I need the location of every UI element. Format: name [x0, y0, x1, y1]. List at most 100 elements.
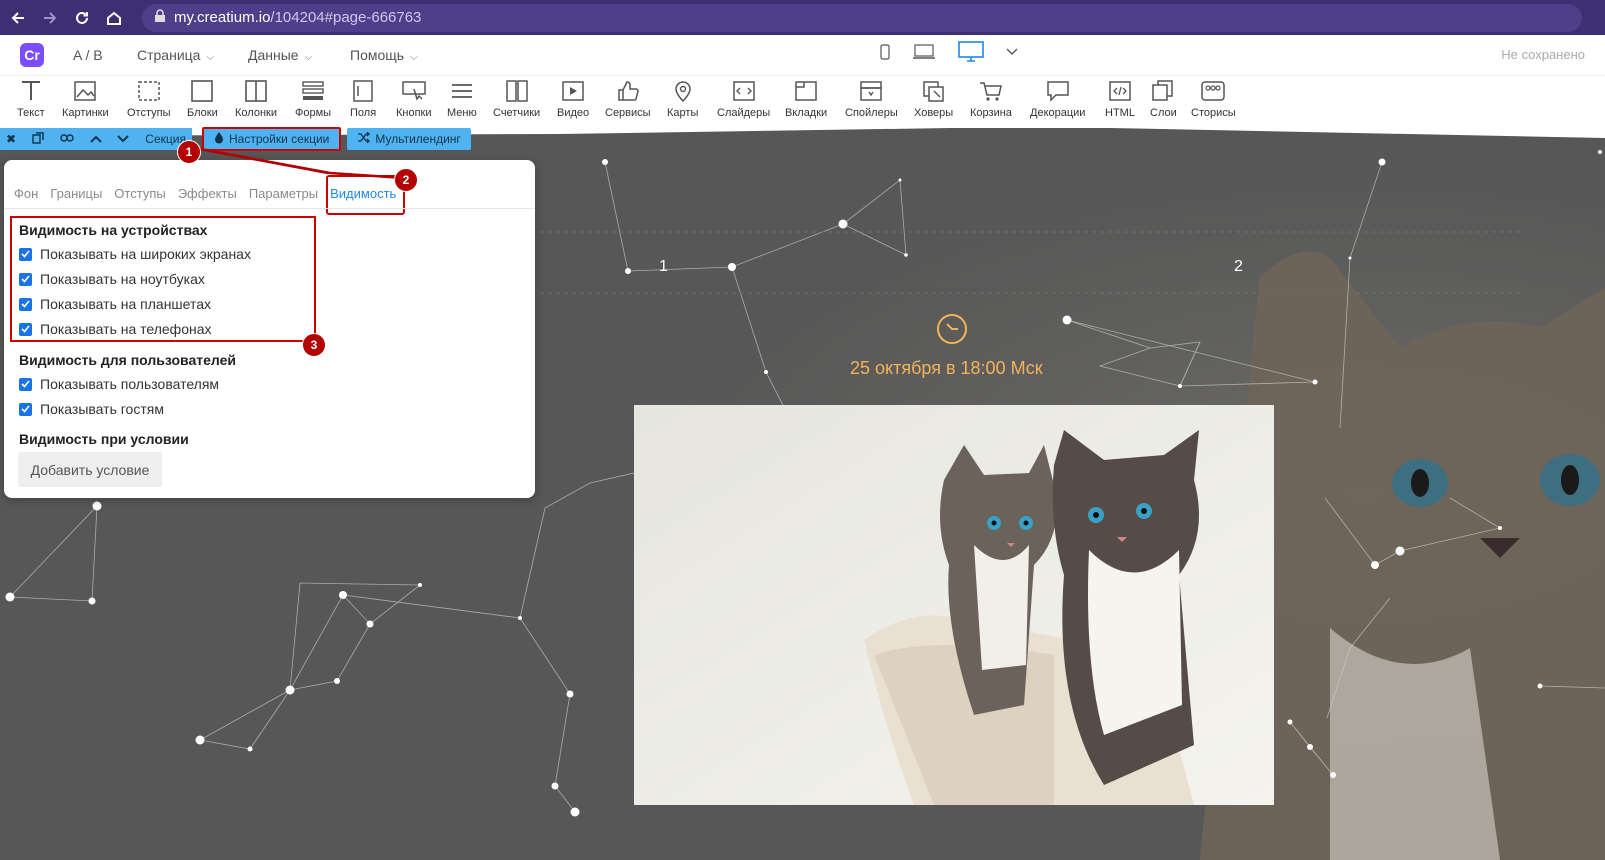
tab-background[interactable]: Фон — [14, 186, 38, 201]
menu-page-label: Страница — [137, 47, 201, 63]
tool-spacing[interactable]: Отступы — [127, 79, 171, 119]
tool-label: Слайдеры — [717, 107, 771, 119]
checkbox-checked-icon[interactable] — [19, 402, 32, 416]
section-settings-button[interactable]: Настройки секции — [202, 127, 342, 151]
checkbox-users[interactable]: Показывать пользователям — [19, 376, 219, 392]
checkbox-checked-icon[interactable] — [19, 377, 32, 391]
tool-counters[interactable]: Счетчики — [493, 79, 540, 119]
users-visibility-title: Видимость для пользователей — [19, 352, 236, 368]
tool-menu[interactable]: Меню — [447, 79, 477, 119]
tool-buttons[interactable]: Кнопки — [396, 79, 432, 119]
event-date[interactable]: 25 октября в 18:00 Мск — [850, 358, 1043, 379]
close-icon[interactable]: ✖ — [6, 132, 16, 146]
tab-borders[interactable]: Границы — [50, 186, 102, 201]
tool-label: Счетчики — [493, 107, 541, 119]
decor-icon — [1046, 81, 1069, 102]
tool-html[interactable]: HTML — [1105, 79, 1135, 119]
tool-hovers[interactable]: Ховеры — [914, 79, 953, 119]
browser-bar: my.creatium.io/104204#page-666763 — [0, 0, 1605, 35]
video-icon — [562, 81, 584, 101]
tool-tabs[interactable]: Вкладки — [785, 79, 827, 119]
add-condition-button[interactable]: Добавить условие — [18, 452, 162, 487]
menu-data[interactable]: Данные ⌵ — [248, 47, 312, 63]
field-icon — [353, 80, 373, 102]
menu-page[interactable]: Страница ⌵ — [137, 47, 214, 63]
checkbox-wide-screens[interactable]: Показывать на широких экранах — [19, 246, 251, 262]
tab-parameters[interactable]: Параметры — [249, 186, 318, 201]
checkbox-checked-icon[interactable] — [19, 297, 32, 311]
checkbox-checked-icon[interactable] — [19, 247, 32, 261]
address-bar[interactable]: my.creatium.io/104204#page-666763 — [142, 3, 1582, 32]
tool-decorations[interactable]: Декорации — [1030, 79, 1085, 119]
chevron-down-icon[interactable] — [1006, 48, 1018, 56]
checkbox-checked-icon[interactable] — [19, 272, 32, 286]
checkbox-guests[interactable]: Показывать гостям — [19, 401, 164, 417]
tool-maps[interactable]: Карты — [667, 79, 698, 119]
tool-services[interactable]: Сервисы — [605, 79, 651, 119]
tool-images[interactable]: Картинки — [62, 79, 109, 119]
menu-icon — [451, 84, 472, 98]
tool-label: Картинки — [62, 107, 109, 119]
url-path: /104204#page-666763 — [270, 9, 422, 26]
tool-columns[interactable]: Колонки — [235, 79, 277, 119]
copy-icon[interactable] — [32, 131, 44, 147]
tool-label: Кнопки — [396, 107, 432, 119]
back-button[interactable] — [4, 4, 32, 32]
tool-label: Меню — [447, 107, 477, 119]
tool-label: Корзина — [970, 107, 1012, 119]
url-domain: my.creatium.io — [174, 9, 271, 26]
tool-cart[interactable]: Корзина — [970, 79, 1012, 119]
tool-sliders[interactable]: Слайдеры — [717, 79, 770, 119]
stories-icon — [1201, 81, 1226, 101]
element-toolbar: Текст Картинки Отступы Блоки Колонки Фор… — [0, 76, 1605, 129]
creatium-logo[interactable]: Cr — [20, 43, 44, 67]
section-toolbar: ✖ Секция Настройки секции Мультилендинг — [0, 127, 471, 151]
html-icon — [1109, 81, 1131, 101]
checkbox-phones[interactable]: Показывать на телефонах — [19, 321, 212, 337]
tool-text[interactable]: Текст — [17, 79, 45, 119]
tool-label: Колонки — [235, 107, 277, 119]
image-icon — [74, 81, 97, 101]
tool-forms[interactable]: Формы — [295, 79, 331, 119]
tool-blocks[interactable]: Блоки — [187, 79, 218, 119]
tool-label: Видео — [557, 107, 590, 119]
menu-help[interactable]: Помощь ⌵ — [350, 47, 418, 63]
kittens-photo[interactable] — [634, 405, 1274, 805]
home-icon — [107, 11, 121, 25]
shuffle-icon — [357, 131, 371, 146]
home-button[interactable] — [100, 4, 128, 32]
tabs-icon — [795, 81, 817, 101]
chevron-up-icon[interactable] — [89, 132, 102, 146]
tab-spacing[interactable]: Отступы — [114, 186, 165, 201]
tool-fields[interactable]: Поля — [350, 79, 376, 119]
multilanding-button[interactable]: Мультилендинг — [347, 128, 471, 150]
condition-visibility-title: Видимость при условии — [19, 431, 189, 447]
checkbox-label: Показывать на ноутбуках — [40, 271, 205, 287]
desktop-icon[interactable] — [958, 41, 984, 63]
phone-icon[interactable] — [880, 44, 890, 60]
forward-button[interactable] — [36, 4, 64, 32]
tool-spoilers[interactable]: Спойлеры — [845, 79, 898, 119]
spoiler-icon — [860, 81, 883, 101]
checkbox-laptops[interactable]: Показывать на ноутбуках — [19, 271, 205, 287]
laptop-icon[interactable] — [912, 44, 936, 60]
save-status: Не сохранено — [1501, 47, 1585, 62]
layers-icon — [1152, 80, 1174, 101]
tool-stories[interactable]: Сторисы — [1191, 79, 1236, 119]
app-header: Cr A / B Страница ⌵ Данные ⌵ Помощь ⌵ Не со… — [0, 35, 1605, 76]
tool-label: Поля — [350, 107, 377, 119]
link-icon[interactable] — [60, 132, 74, 146]
section-settings-popup: Фон Границы Отступы Эффекты Параметры Ви… — [4, 160, 535, 498]
checkbox-tablets[interactable]: Показывать на планшетах — [19, 296, 211, 312]
text-icon — [21, 81, 40, 100]
menu-ab[interactable]: A / B — [73, 47, 103, 63]
checkbox-checked-icon[interactable] — [19, 322, 32, 336]
tool-label: Сторисы — [1191, 107, 1236, 119]
chevron-down-icon[interactable] — [117, 132, 130, 146]
checkbox-label: Показывать на широких экранах — [40, 246, 251, 262]
reload-button[interactable] — [68, 4, 96, 32]
tool-video[interactable]: Видео — [557, 79, 589, 119]
tool-layers[interactable]: Слои — [1150, 79, 1177, 119]
tab-effects[interactable]: Эффекты — [178, 186, 237, 201]
tool-label: Сервисы — [605, 107, 651, 119]
